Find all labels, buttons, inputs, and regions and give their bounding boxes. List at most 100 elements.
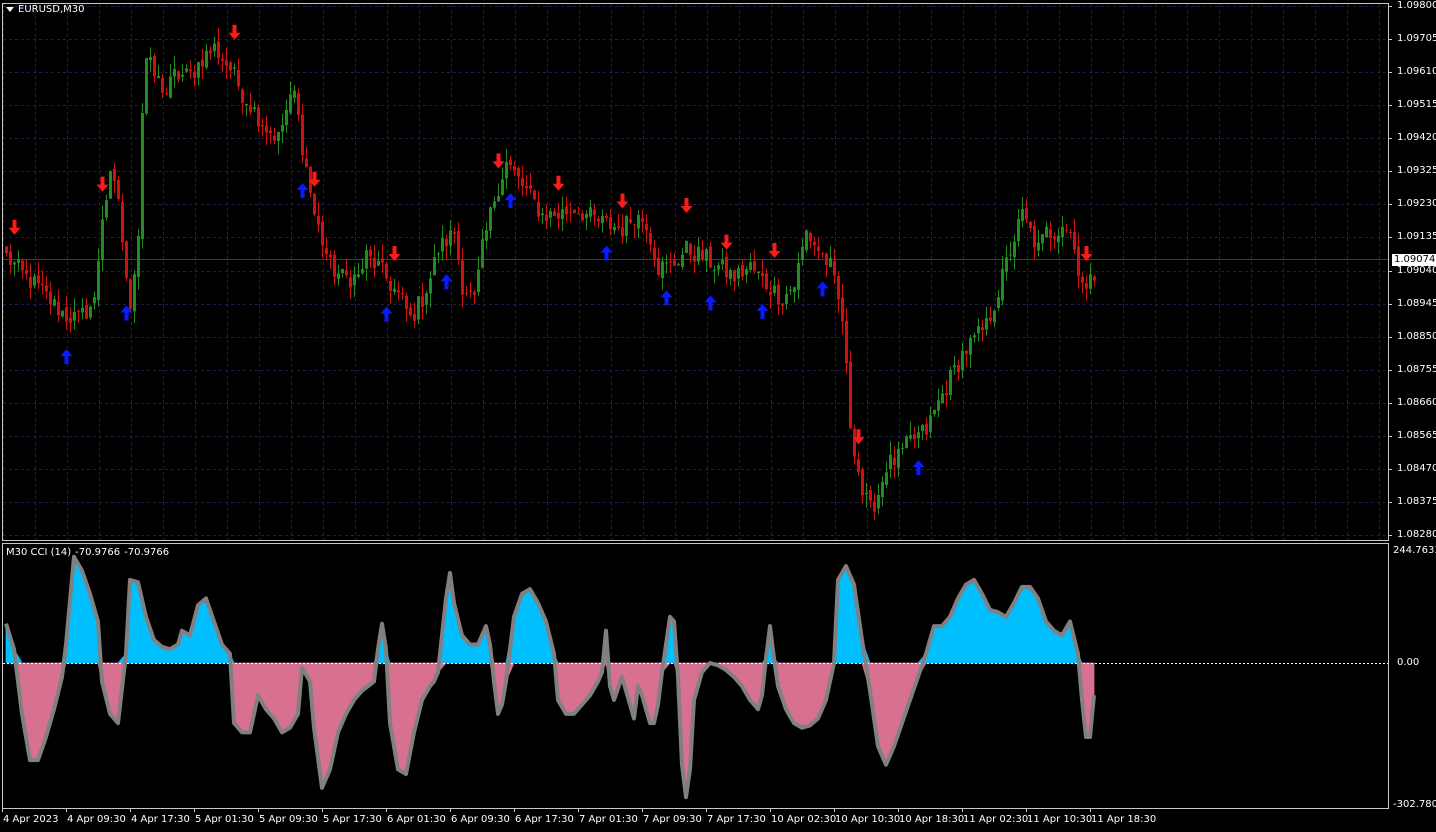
sell-arrow-icon (492, 153, 505, 169)
candle (897, 441, 900, 477)
price-label: 1.08470 (1397, 462, 1436, 474)
current-price-label: 1.09074 (1392, 254, 1436, 266)
time-label: 7 Apr 01:30 (579, 814, 638, 825)
candle (805, 229, 808, 253)
candle (609, 208, 612, 236)
candle (789, 285, 792, 296)
candle (773, 276, 776, 297)
candle (401, 286, 404, 300)
candle (877, 483, 880, 515)
candle (613, 223, 616, 235)
candle (461, 247, 464, 308)
buy-arrow-icon (704, 295, 717, 311)
candle (1001, 255, 1004, 306)
candle (209, 46, 212, 60)
candle (473, 289, 476, 305)
candle (129, 278, 132, 312)
candle (285, 99, 288, 134)
sell-arrow-icon (768, 242, 781, 258)
candle (557, 202, 560, 230)
candle (841, 283, 844, 335)
candle (109, 170, 112, 199)
dropdown-triangle-icon[interactable] (6, 6, 14, 12)
sell-arrow-icon (228, 24, 241, 40)
candle (177, 70, 180, 83)
candle (957, 359, 960, 382)
candle (485, 222, 488, 250)
candle (37, 262, 40, 290)
candle (1029, 220, 1032, 232)
candle (125, 240, 128, 282)
candle (573, 209, 576, 214)
candle (229, 60, 232, 79)
candle (9, 244, 12, 274)
sell-arrow-icon (8, 219, 21, 235)
buy-arrow-icon (816, 281, 829, 297)
candle (733, 269, 736, 291)
candle (381, 244, 384, 274)
candle (1065, 223, 1068, 234)
candle (909, 421, 912, 442)
candle (293, 85, 296, 104)
time-label: 5 Apr 17:30 (323, 814, 382, 825)
sell-arrow-icon (552, 175, 565, 191)
candle (857, 451, 860, 476)
candle (185, 64, 188, 73)
candle (921, 424, 924, 441)
buy-arrow-icon (504, 193, 517, 209)
candle (905, 435, 908, 449)
candle (113, 163, 116, 193)
candle (289, 81, 292, 116)
price-label: 1.09420 (1397, 132, 1436, 144)
buy-arrow-icon (60, 349, 73, 365)
candle (153, 52, 156, 83)
candle (5, 245, 8, 257)
candle (1041, 234, 1044, 251)
buy-arrow-icon (756, 304, 769, 320)
time-label: 5 Apr 09:30 (259, 814, 318, 825)
candle (933, 409, 936, 418)
candle (541, 208, 544, 225)
candle (73, 298, 76, 330)
candle (45, 276, 48, 299)
cci-axis-zero: 0.00 (1397, 657, 1420, 668)
candle (469, 281, 472, 299)
candle (149, 47, 152, 72)
cci-axis-top: 244.7633 (1393, 545, 1436, 556)
time-label: 7 Apr 09:30 (643, 814, 702, 825)
candle (753, 249, 756, 274)
candle (413, 302, 416, 328)
sell-arrow-icon (680, 197, 693, 213)
candle (781, 303, 784, 315)
indicator-value-2: -70.9766 (124, 547, 170, 558)
candle (453, 227, 456, 244)
time-label: 11 Apr 10:30 (1027, 814, 1093, 825)
candle (249, 92, 252, 116)
candle (1021, 197, 1024, 228)
candle (497, 183, 500, 202)
candle (241, 87, 244, 115)
candle (25, 259, 28, 280)
buy-arrow-icon (660, 290, 673, 306)
candle (649, 226, 652, 253)
candle (169, 63, 172, 99)
price-label: 1.09135 (1397, 231, 1436, 243)
time-label: 4 Apr 17:30 (131, 814, 190, 825)
candle (777, 278, 780, 316)
candle (665, 254, 668, 274)
indicator-value-1: -70.9766 (75, 547, 121, 558)
candle (337, 264, 340, 286)
candle (717, 262, 720, 276)
candle (521, 165, 524, 197)
sell-arrow-icon (616, 193, 629, 209)
candle (761, 259, 764, 288)
time-label: 4 Apr 2023 (3, 814, 59, 825)
price-label: 1.09040 (1397, 264, 1436, 276)
candle (457, 222, 460, 266)
candle (85, 298, 88, 320)
candle (477, 256, 480, 296)
candle (1045, 221, 1048, 239)
candle (313, 192, 316, 217)
candle (269, 126, 272, 144)
chart-title[interactable]: EURUSD,M30 (6, 4, 84, 16)
